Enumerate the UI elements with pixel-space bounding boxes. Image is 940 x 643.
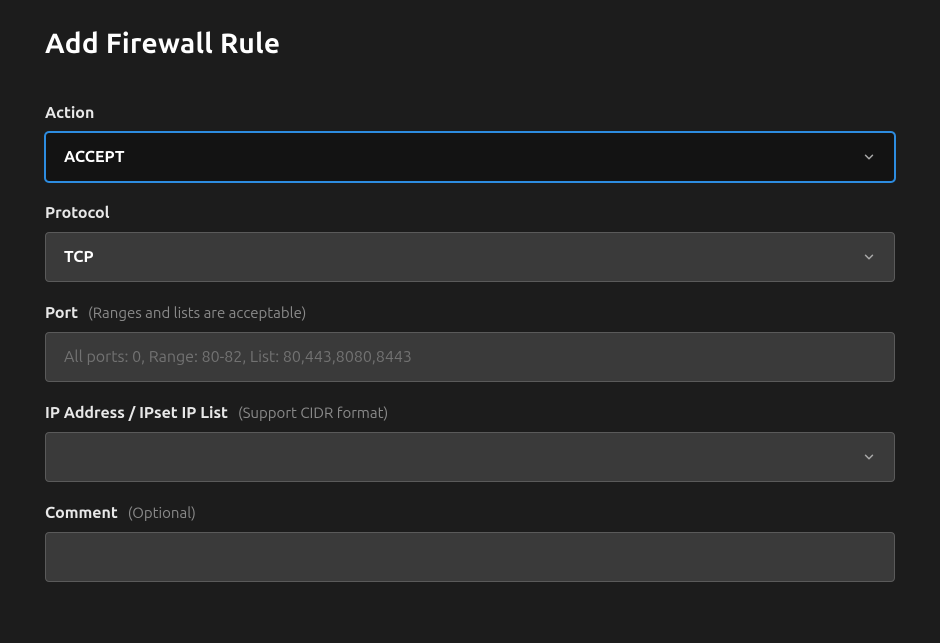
ip-select[interactable] <box>45 432 895 482</box>
comment-hint: (Optional) <box>128 504 196 521</box>
ip-hint: (Support CIDR format) <box>238 404 388 421</box>
action-select[interactable]: ACCEPT <box>45 132 895 182</box>
action-label: Action <box>45 104 94 122</box>
field-comment: Comment (Optional) <box>45 504 895 582</box>
port-label: Port <box>45 304 78 322</box>
field-ip: IP Address / IPset IP List (Support CIDR… <box>45 404 895 482</box>
field-port: Port (Ranges and lists are acceptable) <box>45 304 895 382</box>
comment-input[interactable] <box>45 532 895 582</box>
comment-label: Comment <box>45 504 118 522</box>
ip-label: IP Address / IPset IP List <box>45 404 228 422</box>
field-action: Action ACCEPT <box>45 104 895 182</box>
chevron-down-icon <box>862 250 876 264</box>
chevron-down-icon <box>862 150 876 164</box>
action-value: ACCEPT <box>64 148 862 166</box>
port-input[interactable] <box>45 332 895 382</box>
port-hint: (Ranges and lists are acceptable) <box>88 304 306 321</box>
page-title: Add Firewall Rule <box>45 28 895 59</box>
protocol-value: TCP <box>64 248 862 266</box>
chevron-down-icon <box>862 450 876 464</box>
field-protocol: Protocol TCP <box>45 204 895 282</box>
protocol-select[interactable]: TCP <box>45 232 895 282</box>
ip-value <box>64 449 862 465</box>
protocol-label: Protocol <box>45 204 110 222</box>
